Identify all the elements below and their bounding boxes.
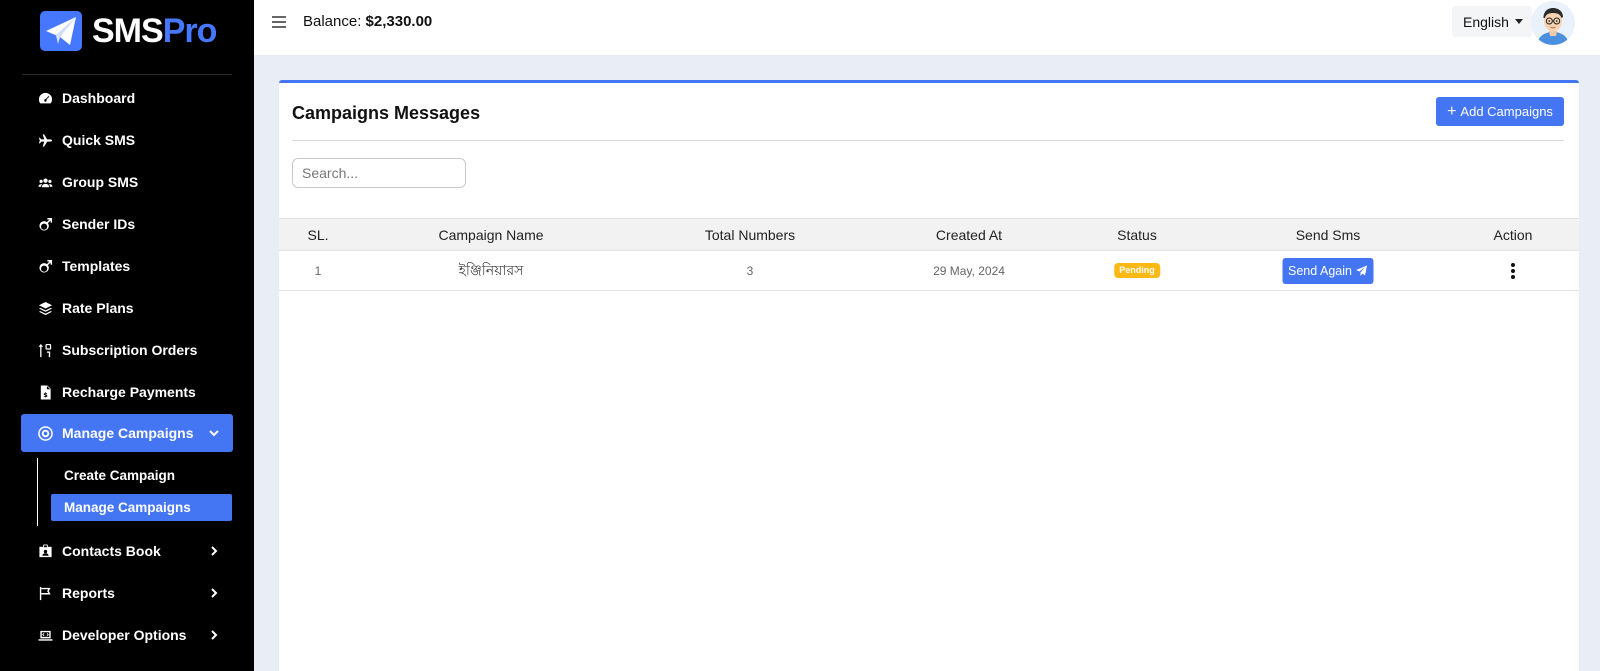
- chevron-down-icon: [207, 426, 221, 440]
- chevron-right-icon: [207, 544, 221, 558]
- mars-icon: [37, 216, 53, 232]
- topbar: Balance: $2,330.00 English: [254, 0, 1600, 55]
- column-header-action: Action: [1493, 226, 1533, 243]
- sidebar-item-label: Recharge Payments: [62, 384, 196, 400]
- sidebar-item-label: Templates: [62, 258, 131, 274]
- mars-icon: [37, 258, 53, 274]
- speedometer-icon: [37, 90, 53, 106]
- sidebar-item-label: Reports: [62, 585, 115, 601]
- sidebar-item-rate-plans[interactable]: Rate Plans: [21, 289, 233, 327]
- chevron-right-icon: [207, 586, 221, 600]
- cell-sl: 1: [314, 263, 322, 278]
- sidebar-item-manage-campaigns[interactable]: Manage Campaigns: [21, 414, 233, 452]
- submenu-item-manage-campaigns[interactable]: Manage Campaigns: [51, 494, 232, 521]
- flag-icon: [37, 585, 53, 601]
- sidebar-item-contacts-book[interactable]: Contacts Book: [21, 532, 233, 570]
- users-icon: [37, 174, 53, 190]
- brand-logo[interactable]: SMSPro: [40, 11, 218, 51]
- svg-text:$: $: [43, 391, 48, 399]
- sidebar-item-label: Developer Options: [62, 627, 187, 643]
- column-header-status: Status: [1117, 226, 1157, 243]
- user-avatar[interactable]: [1531, 1, 1575, 45]
- sidebar-item-developer-options[interactable]: Developer Options: [21, 616, 233, 654]
- sidebar-item-label: Subscription Orders: [62, 342, 198, 358]
- sidebar-item-label: Rate Plans: [62, 300, 134, 316]
- column-header-sl: SL.: [307, 226, 329, 243]
- sidebar: SMSPro Dashboard Quick SMS Group SMS Sen…: [0, 0, 254, 671]
- submenu-guide-line: [37, 458, 38, 526]
- cell-campaign-name: ইঞ্জিনিয়ারস: [458, 262, 524, 279]
- sidebar-item-quick-sms[interactable]: Quick SMS: [21, 121, 233, 159]
- layers-icon: [37, 300, 53, 316]
- language-label: English: [1463, 13, 1509, 30]
- cell-action: [1510, 251, 1516, 290]
- sidebar-item-label: Group SMS: [62, 174, 139, 190]
- page-title: Campaigns Messages: [292, 103, 481, 123]
- submenu-item-label: Manage Campaigns: [64, 500, 191, 515]
- account-balance: Balance: $2,330.00: [303, 12, 432, 32]
- laptop-code-icon: [37, 627, 53, 643]
- send-again-label: Send Again: [1288, 263, 1352, 278]
- hamburger-menu-icon[interactable]: [270, 13, 288, 31]
- more-actions-icon[interactable]: [1510, 262, 1516, 279]
- search-input[interactable]: [292, 158, 466, 188]
- sidebar-item-dashboard[interactable]: Dashboard: [21, 79, 233, 117]
- status-badge: Pending: [1114, 263, 1160, 278]
- submenu-item-label: Create Campaign: [64, 468, 176, 483]
- cell-status: Pending: [1114, 251, 1160, 290]
- cell-created-at: 29 May, 2024: [933, 263, 1005, 278]
- paper-plane-logo-icon: [40, 11, 82, 51]
- add-campaigns-label: Add Campaigns: [1460, 104, 1553, 119]
- paper-plane-icon: [1356, 265, 1368, 276]
- sidebar-item-recharge-payments[interactable]: $ Recharge Payments: [21, 373, 233, 411]
- invoice-icon: $: [37, 384, 53, 400]
- submenu-item-create-campaign[interactable]: Create Campaign: [51, 462, 232, 489]
- column-header-campaign-name: Campaign Name: [438, 226, 544, 243]
- sidebar-item-templates[interactable]: Templates: [21, 247, 233, 285]
- send-again-button[interactable]: Send Again: [1282, 257, 1374, 284]
- add-campaigns-button[interactable]: + Add Campaigns: [1436, 97, 1564, 126]
- cell-total-numbers: 3: [746, 263, 754, 278]
- brand-name: SMSPro: [92, 11, 218, 51]
- chevron-right-icon: [207, 628, 221, 642]
- sort-icon: [37, 342, 53, 358]
- contact-card-icon: [37, 543, 53, 559]
- sidebar-item-reports[interactable]: Reports: [21, 574, 233, 612]
- sidebar-item-subscription-orders[interactable]: Subscription Orders: [21, 331, 233, 369]
- brand-name-part1: SMS: [92, 12, 164, 50]
- bullseye-icon: [37, 425, 53, 441]
- sidebar-item-label: Sender IDs: [62, 216, 136, 232]
- balance-label: Balance:: [303, 13, 362, 30]
- column-header-send-sms: Send Sms: [1295, 226, 1361, 243]
- sidebar-item-label: Contacts Book: [62, 543, 161, 559]
- table-row: 1 ইঞ্জিনিয়ারস 3 29 May, 2024 Pending Se…: [279, 251, 1579, 291]
- cell-send-sms: Send Again: [1282, 251, 1374, 290]
- balance-value: $2,330.00: [365, 13, 433, 30]
- sidebar-item-label: Manage Campaigns: [62, 425, 194, 441]
- column-header-total-numbers: Total Numbers: [704, 226, 796, 243]
- table-header: SL. Campaign Name Total Numbers Created …: [279, 218, 1579, 251]
- sidebar-item-group-sms[interactable]: Group SMS: [21, 163, 233, 201]
- language-dropdown[interactable]: English: [1452, 6, 1532, 37]
- plus-icon: +: [1447, 102, 1457, 120]
- card-divider: [292, 140, 1564, 141]
- caret-down-icon: [1514, 19, 1523, 24]
- sidebar-divider: [22, 74, 232, 75]
- brand-name-part2: Pro: [162, 12, 218, 50]
- campaigns-card: Campaigns Messages + Add Campaigns SL. C…: [279, 80, 1579, 671]
- sidebar-item-label: Dashboard: [62, 90, 136, 106]
- column-header-created-at: Created At: [935, 226, 1003, 243]
- sidebar-item-sender-ids[interactable]: Sender IDs: [21, 205, 233, 243]
- plane-icon: [37, 132, 53, 148]
- sidebar-item-label: Quick SMS: [62, 132, 136, 148]
